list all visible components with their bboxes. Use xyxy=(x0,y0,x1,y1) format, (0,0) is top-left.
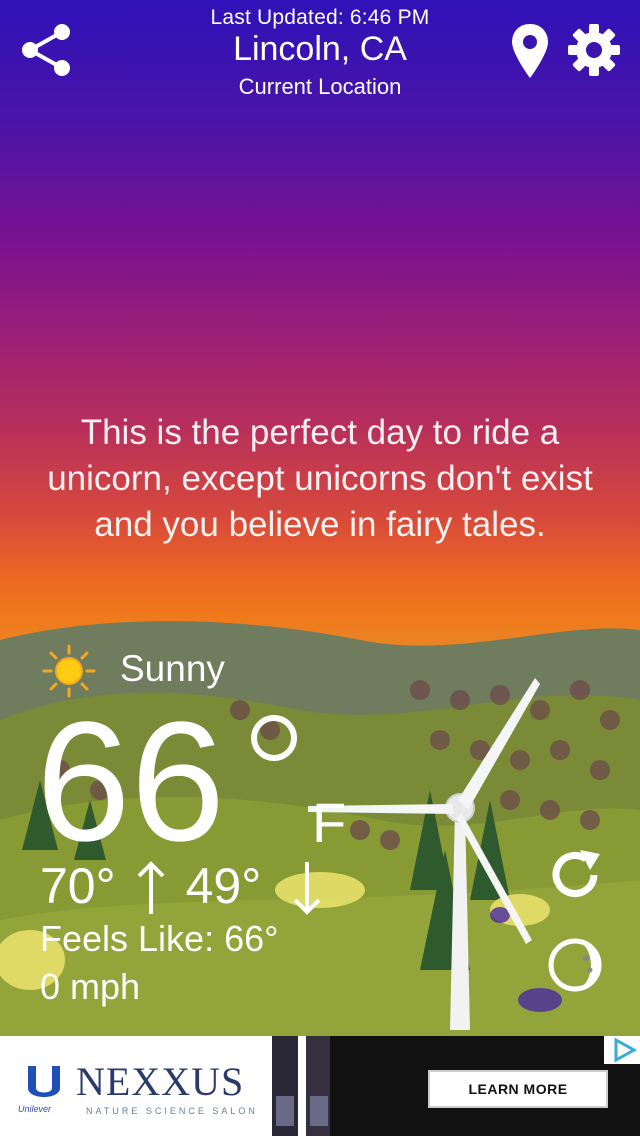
arrow-down-icon xyxy=(293,862,321,915)
high-temp: 70° xyxy=(40,858,116,914)
unilever-logo xyxy=(28,1066,60,1097)
adchoices-icon[interactable] xyxy=(604,1036,640,1064)
arrow-up-icon xyxy=(137,861,165,914)
gear-icon[interactable] xyxy=(566,22,622,78)
degree-symbol xyxy=(251,715,297,761)
header: Last Updated: 6:46 PM Lincoln, CA Curren… xyxy=(0,0,640,110)
ad-tagline: NATURE SCIENCE SALON xyxy=(86,1106,258,1116)
moon-phase-icon[interactable] xyxy=(546,936,604,994)
learn-more-button[interactable]: LEARN MORE xyxy=(428,1070,608,1108)
condition-text: Sunny xyxy=(120,648,225,689)
wind-speed-text: 0 mph xyxy=(40,966,141,1007)
ad-brand-name: NEXXUS xyxy=(76,1059,245,1104)
location-pin-icon[interactable] xyxy=(510,22,550,80)
weather-quote: This is the perfect day to ride a unicor… xyxy=(47,413,593,544)
temperature-unit[interactable]: F xyxy=(312,790,346,855)
low-temp: 49° xyxy=(185,858,262,914)
ad-banner[interactable]: Unilever NEXXUS NATURE SCIENCE SALON LEA… xyxy=(0,1036,640,1136)
ad-parent-brand: Unilever xyxy=(18,1104,52,1114)
current-temperature: 66 xyxy=(36,687,226,877)
feels-like-text: Feels Like: 66° xyxy=(40,918,279,959)
refresh-icon[interactable] xyxy=(546,846,604,904)
